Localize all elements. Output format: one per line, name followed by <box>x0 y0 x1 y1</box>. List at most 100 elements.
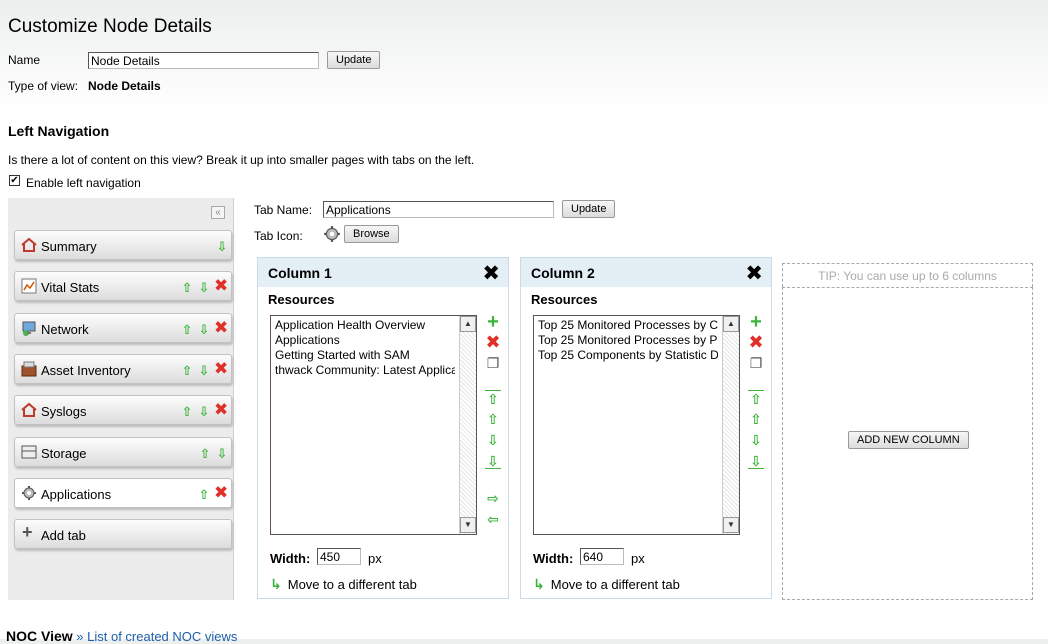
nav-tab-label: Summary <box>41 239 97 254</box>
column-1-panel: Column 1 ✖ Resources Application Health … <box>257 257 509 599</box>
list-item[interactable]: Top 25 Components by Statistic Data <box>538 348 718 362</box>
width-label: Width: <box>270 551 311 566</box>
left-navigation-heading: Left Navigation <box>8 123 110 139</box>
remove-resource-icon[interactable]: ✖ <box>748 333 764 351</box>
move-to-bottom-icon[interactable]: ⇩ <box>485 453 501 469</box>
delete-icon[interactable]: ✖ <box>214 484 228 501</box>
column-width-input[interactable] <box>317 548 361 565</box>
move-right-icon[interactable]: ⇨ <box>485 490 501 506</box>
nav-tab-label: Vital Stats <box>41 280 100 295</box>
move-up-icon[interactable]: ⇧ <box>198 446 212 461</box>
nav-tab-applications[interactable]: Applications ⇧ ✖ <box>14 478 232 508</box>
home-icon <box>21 402 37 417</box>
noc-view-title: NOC View <box>6 628 73 644</box>
remove-resource-icon[interactable]: ✖ <box>485 333 501 351</box>
nav-tab-storage[interactable]: Storage ⇧ ⇩ <box>14 437 232 467</box>
list-item[interactable]: Applications <box>275 333 455 347</box>
move-up-icon[interactable]: ⇧ <box>180 404 194 419</box>
plus-icon: + <box>22 522 33 542</box>
scroll-up-icon[interactable]: ▲ <box>460 316 476 332</box>
move-up-icon[interactable]: ⇧ <box>180 280 194 295</box>
name-label: Name <box>8 53 41 67</box>
browse-icon-button[interactable]: Browse <box>344 225 399 243</box>
page-title: Customize Node Details <box>8 16 212 37</box>
inventory-icon <box>21 361 37 377</box>
applications-icon <box>324 226 340 242</box>
view-name-input[interactable] <box>88 52 319 69</box>
list-item[interactable]: Getting Started with SAM <box>275 348 455 362</box>
scroll-down-icon[interactable]: ▼ <box>723 517 739 533</box>
delete-icon[interactable]: ✖ <box>214 360 228 377</box>
move-up-icon[interactable]: ⇧ <box>180 322 194 337</box>
noc-views-list-link[interactable]: List of created NOC views <box>87 629 237 644</box>
column-width-input[interactable] <box>580 548 624 565</box>
move-to-top-icon[interactable]: ⇧ <box>748 390 764 407</box>
resources-listbox[interactable]: Top 25 Monitored Processes by CPU Top 25… <box>533 315 740 535</box>
resources-listbox[interactable]: Application Health Overview Applications… <box>270 315 477 535</box>
move-up-icon[interactable]: ⇧ <box>748 411 764 427</box>
update-name-button[interactable]: Update <box>327 51 381 69</box>
list-item[interactable]: thwack Community: Latest Applications <box>275 363 455 377</box>
nav-tab-network[interactable]: Network ⇧ ⇩ ✖ <box>14 313 232 343</box>
add-resource-icon[interactable]: + <box>748 312 764 332</box>
list-item[interactable]: Top 25 Monitored Processes by CPU <box>538 318 718 332</box>
delete-icon[interactable]: ✖ <box>214 277 228 294</box>
nav-tab-asset-inventory[interactable]: Asset Inventory ⇧ ⇩ ✖ <box>14 354 232 384</box>
scrollbar[interactable]: ▲ ▼ <box>722 316 739 534</box>
move-down-icon[interactable]: ⇩ <box>197 404 211 419</box>
delete-icon[interactable]: ✖ <box>214 401 228 418</box>
collapse-panel-button[interactable]: « <box>211 206 225 219</box>
view-type-value: Node Details <box>88 79 161 93</box>
move-down-icon[interactable]: ⇩ <box>485 432 501 448</box>
copy-resource-icon[interactable]: ❐ <box>485 355 501 371</box>
nav-tab-label: Applications <box>41 487 112 502</box>
list-item[interactable]: Application Health Overview <box>275 318 455 332</box>
resources-label: Resources <box>531 292 598 307</box>
tab-icon-label: Tab Icon: <box>254 229 303 243</box>
nav-tab-summary[interactable]: Summary ⇩ <box>14 230 232 260</box>
move-arrow-icon: ↳ <box>270 576 282 592</box>
enable-left-navigation-checkbox[interactable]: ✔ <box>9 175 20 186</box>
enable-left-navigation-label: Enable left navigation <box>26 176 141 190</box>
move-down-icon[interactable]: ⇩ <box>215 239 229 254</box>
scroll-up-icon[interactable]: ▲ <box>723 316 739 332</box>
move-to-top-icon[interactable]: ⇧ <box>485 390 501 407</box>
move-up-icon[interactable]: ⇧ <box>180 363 194 378</box>
move-left-icon[interactable]: ⇦ <box>485 511 501 527</box>
nav-tab-syslogs[interactable]: Syslogs ⇧ ⇩ ✖ <box>14 395 232 425</box>
add-new-column-button[interactable]: ADD NEW COLUMN <box>848 431 969 449</box>
nav-tab-label: Network <box>41 322 89 337</box>
move-down-icon[interactable]: ⇩ <box>215 446 229 461</box>
move-to-different-tab-link[interactable]: ↳ Move to a different tab <box>533 576 680 593</box>
move-to-different-tab-link[interactable]: ↳ Move to a different tab <box>270 576 417 593</box>
storage-icon <box>21 445 37 459</box>
home-icon <box>21 237 37 252</box>
move-down-icon[interactable]: ⇩ <box>197 363 211 378</box>
move-down-icon[interactable]: ⇩ <box>197 280 211 295</box>
nav-tab-vital-stats[interactable]: Vital Stats ⇧ ⇩ ✖ <box>14 271 232 301</box>
copy-resource-icon[interactable]: ❐ <box>748 355 764 371</box>
move-to-bottom-icon[interactable]: ⇩ <box>748 453 764 469</box>
delete-icon[interactable]: ✖ <box>214 319 228 336</box>
update-tab-button[interactable]: Update <box>562 200 616 218</box>
move-down-icon[interactable]: ⇩ <box>197 322 211 337</box>
tab-name-input[interactable] <box>323 201 554 218</box>
close-column-icon[interactable]: ✖ <box>745 261 763 286</box>
add-tab-label: Add tab <box>41 528 86 543</box>
breadcrumb-separator: » <box>72 629 88 644</box>
nav-tab-label: Asset Inventory <box>41 363 131 378</box>
scroll-down-icon[interactable]: ▼ <box>460 517 476 533</box>
move-up-icon[interactable]: ⇧ <box>197 487 211 502</box>
add-resource-icon[interactable]: + <box>485 312 501 332</box>
left-navigation-description: Is there a lot of content on this view? … <box>8 153 475 167</box>
move-up-icon[interactable]: ⇧ <box>485 411 501 427</box>
close-column-icon[interactable]: ✖ <box>482 261 500 286</box>
list-item[interactable]: Top 25 Monitored Processes by Physical M… <box>538 333 718 347</box>
scrollbar[interactable]: ▲ ▼ <box>459 316 476 534</box>
move-arrow-icon: ↳ <box>533 576 545 592</box>
column-header: Column 1 ✖ <box>258 258 508 287</box>
add-tab-button[interactable]: + Add tab <box>14 519 232 549</box>
network-icon <box>22 321 36 336</box>
nav-tab-label: Syslogs <box>41 404 87 419</box>
move-down-icon[interactable]: ⇩ <box>748 432 764 448</box>
